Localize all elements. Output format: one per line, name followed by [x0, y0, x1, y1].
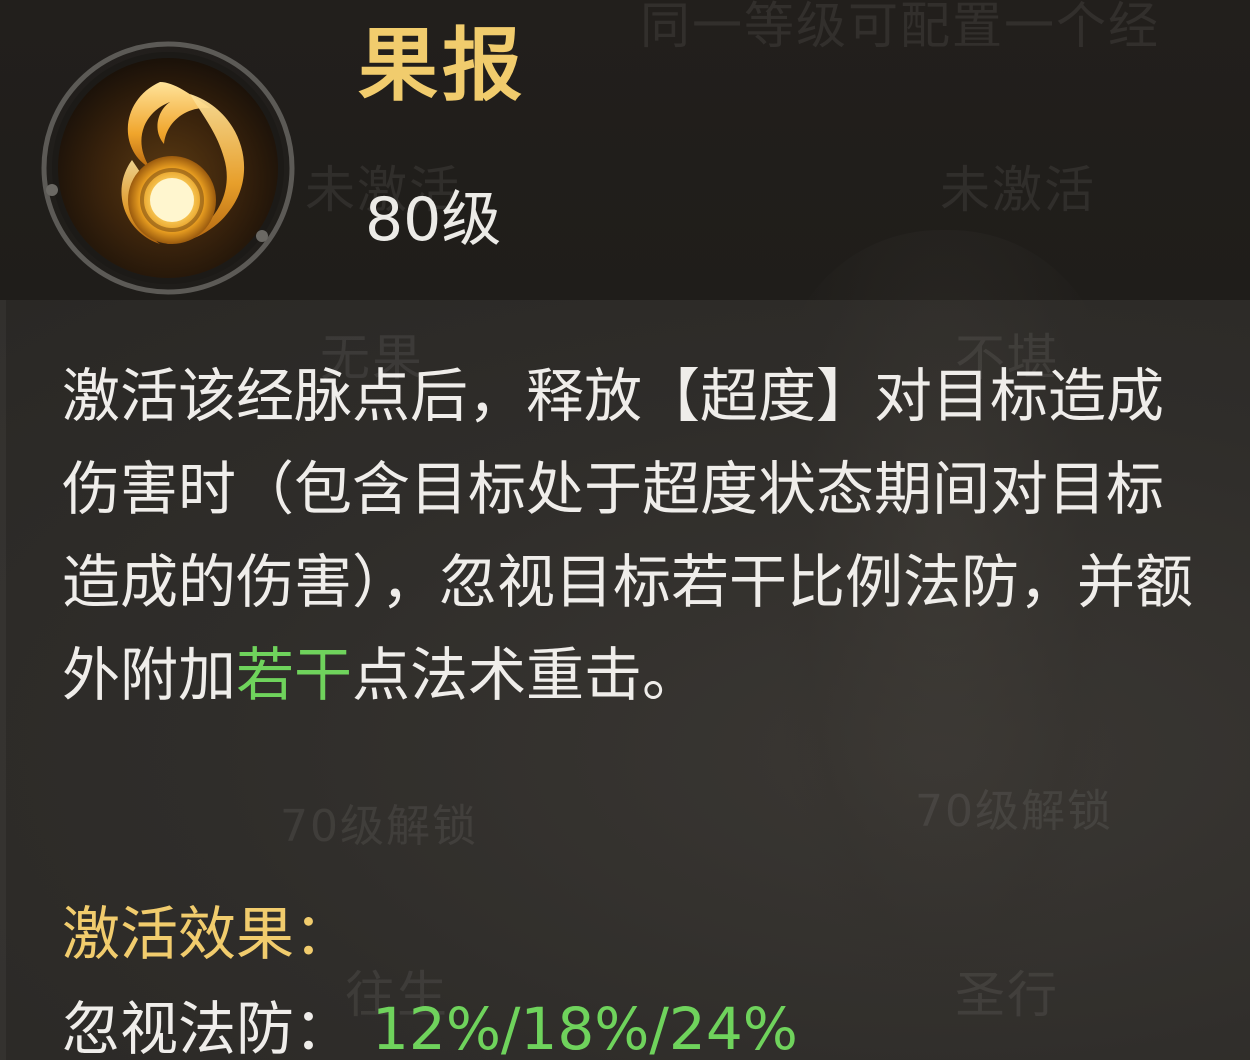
effect-value: 12%/18%/24% — [372, 995, 798, 1060]
flame-swirl-icon — [40, 40, 300, 300]
effect-label: 忽视法防： — [62, 995, 353, 1060]
bg-unlock-right: 70级解锁 — [915, 786, 1113, 837]
effect-title: 激活效果： — [62, 900, 353, 968]
bg-node-bottom-right: 圣行 — [955, 966, 1059, 1024]
effect-row: 忽视法防： 12%/18%/24% — [62, 1000, 798, 1058]
description-highlight: 若干 — [236, 641, 353, 709]
description-text-end: 点法术重击。 — [352, 641, 701, 709]
skill-level: 80级 — [365, 185, 502, 255]
bg-unlock-left: 70级解锁 — [280, 801, 478, 852]
bg-hint-text: 同一等级可配置一个经 — [640, 0, 1160, 55]
bg-inactive-right: 未激活 — [940, 161, 1096, 219]
skill-title: 果报 — [358, 19, 526, 112]
panel-edge — [0, 300, 6, 1060]
skill-description: 激活该经脉点后，释放【超度】对目标造成伤害时（包含目标处于超度状态期间对目标造成… — [62, 350, 1202, 722]
